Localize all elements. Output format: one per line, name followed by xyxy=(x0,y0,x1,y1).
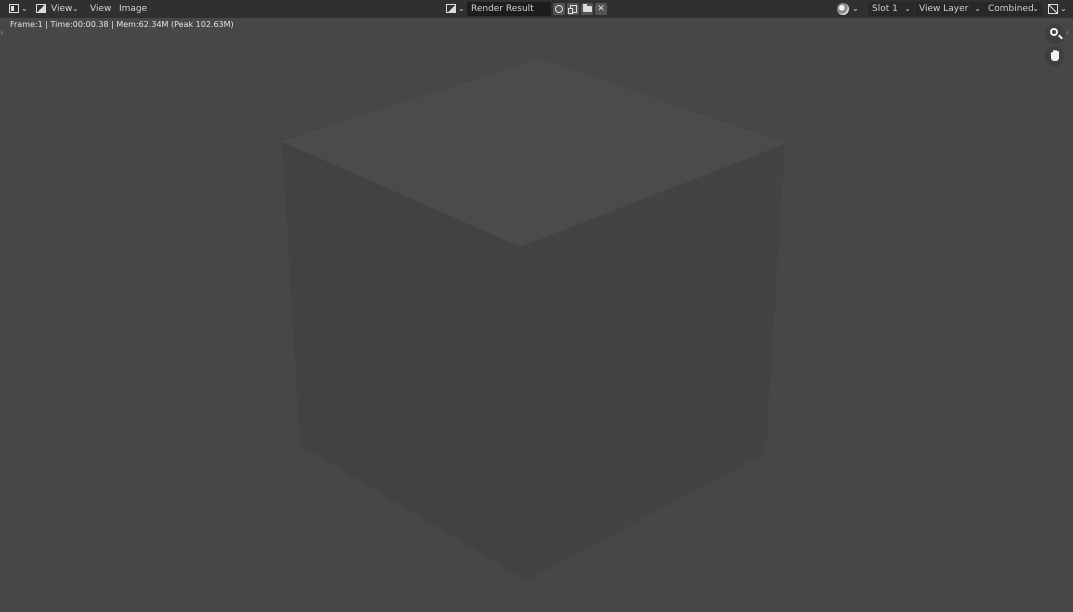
chevron-down-icon: ⌄ xyxy=(458,4,465,13)
view-menu[interactable]: View xyxy=(90,2,111,16)
display-channels-button[interactable]: ⌄ xyxy=(1045,2,1069,16)
pan-button[interactable] xyxy=(1045,46,1065,66)
chevron-down-icon: ⌄ xyxy=(21,4,28,13)
view-layer-label: View Layer xyxy=(919,4,969,14)
image-browse-button[interactable]: ⌄ xyxy=(444,2,466,16)
folder-icon xyxy=(583,4,592,12)
slot-label: Slot 1 xyxy=(872,4,898,14)
image-name-field[interactable]: Render Result xyxy=(467,2,551,16)
render-image xyxy=(280,59,787,582)
view-mode-icon xyxy=(36,4,46,13)
render-slots-icon xyxy=(837,3,849,15)
image-editor-window: ⌄ View ⌄ View Image ⌄ Render Result ✕ ⌄ xyxy=(0,0,1073,612)
chevron-down-icon: ⌄ xyxy=(904,4,911,13)
display-channels-icon xyxy=(1048,4,1058,14)
new-image-button[interactable] xyxy=(567,3,579,15)
render-canvas[interactable] xyxy=(0,32,1073,612)
pass-label: Combined xyxy=(988,4,1034,14)
editor-type-button[interactable]: ⌄ xyxy=(6,2,30,16)
view-mode-label: View xyxy=(51,4,73,14)
zoom-button[interactable] xyxy=(1045,24,1065,44)
chevron-down-icon: ⌄ xyxy=(974,4,981,13)
chevron-down-icon: ⌄ xyxy=(1060,4,1067,13)
view-layer-dropdown[interactable]: View Layer ⌄ xyxy=(915,2,984,16)
hand-icon xyxy=(1050,50,1060,61)
image-menu[interactable]: Image xyxy=(119,2,147,16)
close-icon: ✕ xyxy=(597,4,605,14)
fake-user-button[interactable] xyxy=(553,3,565,15)
toolbar-expand-icon[interactable]: › xyxy=(0,28,3,37)
sidebar-expand-icon[interactable]: ‹ xyxy=(1066,28,1069,37)
image-editor-icon xyxy=(9,4,19,13)
pass-dropdown[interactable]: Combined ⌄ xyxy=(984,2,1042,16)
render-stats: Frame:1 | Time:00:00.38 | Mem:62.34M (Pe… xyxy=(10,20,234,29)
zoom-icon xyxy=(1050,28,1058,36)
view-mode-dropdown[interactable]: View ⌄ xyxy=(35,2,80,16)
shield-icon xyxy=(555,5,563,13)
chevron-down-icon: ⌄ xyxy=(72,4,79,13)
new-image-icon xyxy=(568,5,577,14)
unlink-image-button[interactable]: ✕ xyxy=(595,3,607,15)
slot-dropdown[interactable]: Slot 1 ⌄ xyxy=(868,2,914,16)
open-image-button[interactable] xyxy=(581,3,593,15)
chevron-down-icon: ⌄ xyxy=(852,4,859,13)
chevron-down-icon: ⌄ xyxy=(1032,4,1039,13)
image-editor-header: ⌄ View ⌄ View Image ⌄ Render Result ✕ ⌄ xyxy=(0,0,1073,18)
render-slots-button[interactable]: ⌄ xyxy=(835,2,861,16)
image-browse-icon xyxy=(446,4,456,13)
